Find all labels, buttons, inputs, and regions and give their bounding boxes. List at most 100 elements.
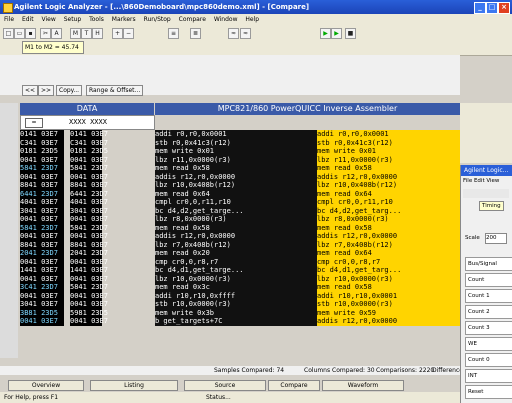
listing-row[interactable]: 2041 23D7 2041 23D7 mem read 0x20 mem rea… <box>20 249 460 258</box>
listing-row[interactable]: 6441 23D7 6441 23D7 mem read 0x64 mem rea… <box>20 189 460 198</box>
signal-item[interactable]: Count 0 <box>465 353 512 367</box>
zoom-in-icon[interactable]: + <box>112 28 123 39</box>
listing-row[interactable]: 0041 03E7 0041 03E7 lbz r8,0x0000(r3) lbz r… <box>20 215 460 224</box>
asm-right: mem read 0x64 <box>317 249 460 258</box>
marker-h-icon[interactable]: H <box>92 28 103 39</box>
data-value-a: 5841 23D7 <box>20 164 64 173</box>
maximize-button[interactable]: □ <box>486 2 498 14</box>
cut-icon[interactable]: ✂ <box>40 28 51 39</box>
pattern-value[interactable]: XXXX XXXX <box>69 118 107 126</box>
listing-row[interactable]: 5841 23D7 5841 23D7 mem read 0x58 mem rea… <box>20 164 460 173</box>
stop-icon[interactable]: ■ <box>345 28 356 39</box>
title-bar: Agilent Logic Analyzer - [...\860Demoboa… <box>0 0 512 14</box>
signal-item[interactable]: Reset <box>465 385 512 399</box>
listing-row[interactable]: 0041 03E7 0041 03E7 b get_targets+7C addis … <box>20 317 460 326</box>
listing-row[interactable]: 0181 23D5 0181 23D5 mem write 0x01 mem wr… <box>20 147 460 156</box>
listing-rows: 0141 03E7 0141 03E7 addi r0,r0,0x0001 addi … <box>20 130 460 326</box>
data-value-a: 0041 03E7 <box>20 317 64 326</box>
open-icon[interactable]: ▭ <box>14 28 25 39</box>
data-value-a: 0041 03E7 <box>20 257 64 266</box>
signal-item[interactable]: Count 1 <box>465 289 512 303</box>
save-icon[interactable]: ▪ <box>25 28 36 39</box>
data-value-b: 8841 03E7 <box>70 240 108 249</box>
tab-overview[interactable]: Overview <box>8 380 84 391</box>
operator-select[interactable]: = <box>25 118 43 128</box>
menu-edit[interactable]: Edit <box>22 16 34 23</box>
signal-item[interactable]: Count <box>465 273 512 287</box>
menu-help[interactable]: Help <box>245 16 259 23</box>
new-icon[interactable]: □ <box>3 28 14 39</box>
listing-row[interactable]: 4041 03E7 4041 03E7 cmpl cr0,0,r11,r10 cmpl… <box>20 198 460 207</box>
listing-row[interactable]: 8841 03E7 8841 03E7 lbz r10,0x408b(r12) lbz… <box>20 181 460 190</box>
data-value-b: 2041 23D7 <box>70 249 108 258</box>
data-value-a: 0041 03E7 <box>20 291 64 300</box>
list-icon[interactable]: ≡ <box>168 28 179 39</box>
sort-icon[interactable]: ≣ <box>190 28 201 39</box>
trigger-icon[interactable]: T <box>81 28 92 39</box>
asm-left: lbz r10,0x0000(r3) <box>155 274 317 283</box>
listing-row[interactable]: 0041 03E7 0041 03E7 addis r12,r0,0x0000 add… <box>20 232 460 241</box>
tab-waveform[interactable]: Waveform <box>322 380 404 391</box>
secondary-title: Agilent Logic... <box>461 165 512 176</box>
listing-row[interactable]: 0041 03E7 0041 03E7 lbz r11,0x0000(r3) lbz … <box>20 155 460 164</box>
data-value-a: 0041 03E7 <box>20 232 64 241</box>
menu-file[interactable]: File <box>4 16 14 23</box>
data-value-a: 0141 03E7 <box>20 130 64 139</box>
range-offset-button[interactable]: Range & Offset... <box>86 85 144 96</box>
menu-tools[interactable]: Tools <box>89 16 104 23</box>
asm-right: lbz r8,0x0000(r3) <box>317 215 460 224</box>
signal-item[interactable]: Count 2 <box>465 305 512 319</box>
compare-nav: << >> Copy... Range & Offset... <box>0 55 460 96</box>
close-button[interactable]: × <box>498 2 510 14</box>
listing-row[interactable]: 3041 03E7 3041 03E7 bc d4,d2,get_targe... b… <box>20 206 460 215</box>
run-repeat-icon[interactable]: ▶ <box>331 28 342 39</box>
listing-row[interactable]: 1441 03E7 1441 03E7 bc d4,d1,get_targe... b… <box>20 266 460 275</box>
wave2-icon[interactable]: ≈ <box>240 28 251 39</box>
asm-right: bc d4,d1,get_targ... <box>317 266 460 275</box>
minimize-button[interactable]: _ <box>474 2 486 14</box>
data-value-b: 5981 23D5 <box>70 308 108 317</box>
asm-left: mem read 0x64 <box>155 189 317 198</box>
asm-left: mem read 0x58 <box>155 223 317 232</box>
listing-row[interactable]: 3041 03E7 0041 03E7 stb r10,0x0000(r3) stb … <box>20 300 460 309</box>
data-value-b: 0041 03E7 <box>70 155 108 164</box>
data-value-a: 2041 23D7 <box>20 249 64 258</box>
listing-row[interactable]: 3B81 23D5 5981 23D5 mem write 0x3b mem wr… <box>20 308 460 317</box>
menu-runstop[interactable]: Run/Stop <box>144 16 171 23</box>
scale-input[interactable]: 200 <box>485 233 507 244</box>
listing-row[interactable]: 0041 03E7 0041 03E7 lbz r10,0x0000(r3) lbz … <box>20 274 460 283</box>
tab-compare[interactable]: Compare <box>268 380 320 391</box>
listing-row[interactable]: 3C41 23D7 5841 23D7 mem read 0x3c mem rea… <box>20 283 460 292</box>
copy-button[interactable]: Copy... <box>56 85 83 96</box>
signal-item[interactable]: Count 3 <box>465 321 512 335</box>
nav-forward-button[interactable]: >> <box>38 85 55 96</box>
asm-right: mem read 0x64 <box>317 189 460 198</box>
signal-item[interactable]: Bus/Signal <box>465 257 512 271</box>
asm-right: bc d4,d2,get_targ... <box>317 206 460 215</box>
listing-row[interactable]: 0041 03E7 0041 03E7 addis r12,r0,0x0000 add… <box>20 172 460 181</box>
listing-row[interactable]: 5841 23D7 5841 23D7 mem read 0x58 mem rea… <box>20 223 460 232</box>
tab-source[interactable]: Source <box>184 380 266 391</box>
signal-item[interactable]: INT <box>465 369 512 383</box>
marker-icon[interactable]: M <box>70 28 81 39</box>
data-value-a: 0041 03E7 <box>20 274 64 283</box>
listing-row[interactable]: 0041 03E7 0041 03E7 cmp cr0,0,r8,r7 cmp cr0… <box>20 257 460 266</box>
menu-markers[interactable]: Markers <box>112 16 136 23</box>
listing-row[interactable]: 0141 03E7 0141 03E7 addi r0,r0,0x0001 addi … <box>20 130 460 139</box>
tab-listing[interactable]: Listing <box>90 380 178 391</box>
menu-compare[interactable]: Compare <box>179 16 206 23</box>
menu-setup[interactable]: Setup <box>64 16 81 23</box>
menu-view[interactable]: View <box>42 16 56 23</box>
wave-icon[interactable]: ≈ <box>228 28 239 39</box>
zoom-out-icon[interactable]: − <box>123 28 134 39</box>
data-value-a: 3041 03E7 <box>20 206 64 215</box>
find-icon[interactable]: A <box>51 28 62 39</box>
listing-row[interactable]: 0041 03E7 0041 03E7 addi r10,r10,0xffff add… <box>20 291 460 300</box>
run-icon[interactable]: ▶ <box>320 28 331 39</box>
menu-window[interactable]: Window <box>214 16 238 23</box>
nav-back-button[interactable]: << <box>22 85 39 96</box>
listing-row[interactable]: 8841 03E7 8841 03E7 lbz r7,0x408b(r12) lbz … <box>20 240 460 249</box>
status-button[interactable]: Status... <box>206 392 231 403</box>
signal-item[interactable]: WE <box>465 337 512 351</box>
listing-row[interactable]: C341 03E7 C341 03E7 stb r0,0x41c3(r12) stb … <box>20 138 460 147</box>
